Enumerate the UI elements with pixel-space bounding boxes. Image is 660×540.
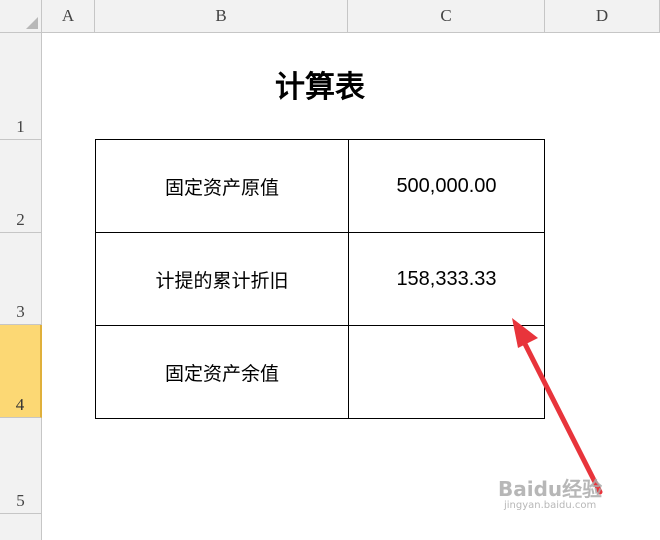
row-header-5[interactable]: 5: [0, 418, 42, 514]
row-header-3[interactable]: 3: [0, 233, 42, 325]
column-header-a[interactable]: A: [42, 0, 95, 33]
baidu-watermark-logo: Baidu经验 jingyan.baidu.com: [498, 478, 628, 522]
cell-c4-value[interactable]: [348, 325, 545, 419]
row-header-1[interactable]: 1: [0, 33, 42, 140]
column-header-d[interactable]: D: [545, 0, 660, 33]
row-header-4[interactable]: 4: [0, 325, 42, 418]
cell-b4-label[interactable]: 固定资产余值: [95, 325, 349, 419]
spreadsheet-sheet[interactable]: A B C D 1 2 3 4 5 计算表 固定资产原值 500,000.00 …: [0, 0, 660, 540]
sheet-title[interactable]: 计算表: [95, 62, 545, 106]
row-header-6[interactable]: [0, 514, 42, 540]
column-header-c[interactable]: C: [348, 0, 545, 33]
cell-b3-label[interactable]: 计提的累计折旧: [95, 232, 349, 326]
cell-b2-label[interactable]: 固定资产原值: [95, 139, 349, 233]
select-all-corner[interactable]: [0, 0, 42, 33]
select-all-triangle-icon: [26, 17, 38, 29]
column-header-b[interactable]: B: [95, 0, 348, 33]
watermark-main-text: Baidu经验: [498, 477, 603, 501]
watermark-sub-text: jingyan.baidu.com: [504, 500, 597, 511]
cell-c3-value[interactable]: 158,333.33: [348, 232, 545, 326]
cell-c2-value[interactable]: 500,000.00: [348, 139, 545, 233]
row-header-2[interactable]: 2: [0, 140, 42, 233]
